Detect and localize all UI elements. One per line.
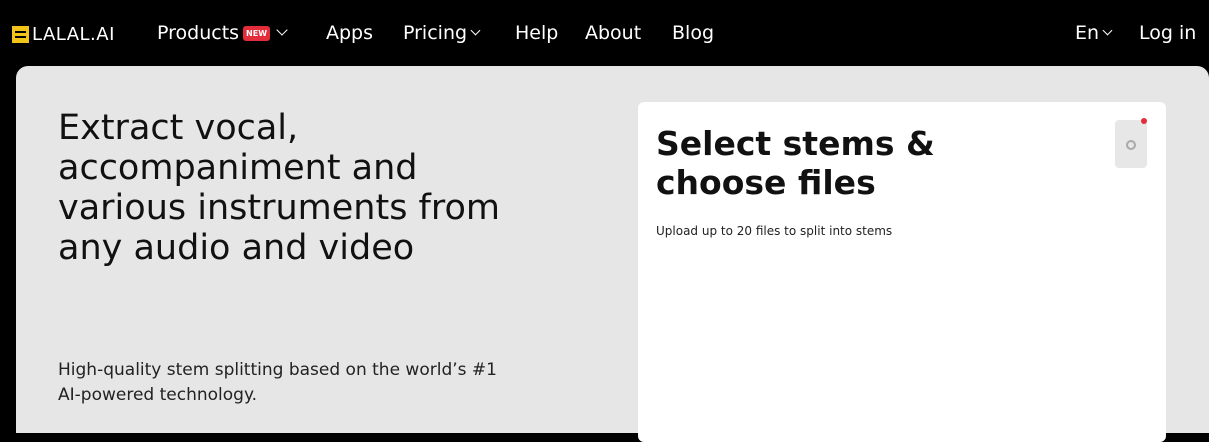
settings-button[interactable] xyxy=(1115,118,1147,168)
logo-text: LALAL.AI xyxy=(32,24,115,45)
nav-pricing-label: Pricing xyxy=(403,22,468,44)
card-subtitle: Upload up to 20 files to split into stem… xyxy=(656,224,893,238)
login-link[interactable]: Log in xyxy=(1139,22,1196,44)
logo[interactable]: LALAL.AI xyxy=(12,24,115,45)
nav-help-label: Help xyxy=(515,22,559,44)
nav-pricing[interactable]: Pricing xyxy=(403,22,481,44)
card-title: Select stems & choose files xyxy=(656,124,935,202)
nav-blog-label: Blog xyxy=(672,22,714,44)
nav-apps[interactable]: Apps xyxy=(326,22,373,44)
language-selector[interactable]: En xyxy=(1075,22,1113,44)
main-panel: Extract vocal, accompaniment and various… xyxy=(16,66,1209,442)
nav-apps-label: Apps xyxy=(326,22,374,44)
nav-about[interactable]: About xyxy=(585,22,641,44)
new-badge: NEW xyxy=(243,25,271,41)
chevron-down-icon xyxy=(1102,25,1113,35)
hero-title: Extract vocal, accompaniment and various… xyxy=(58,108,501,268)
hero-subtitle: High-quality stem splitting based on the… xyxy=(58,360,497,405)
chevron-down-icon xyxy=(470,25,481,35)
settings-icon xyxy=(1126,140,1136,150)
login-label: Log in xyxy=(1139,22,1197,44)
nav-products[interactable]: Products NEW xyxy=(157,22,288,44)
nav-about-label: About xyxy=(585,22,642,44)
chevron-down-icon xyxy=(276,24,288,36)
logo-icon xyxy=(12,26,29,43)
nav-products-label: Products xyxy=(157,22,240,44)
notification-dot xyxy=(1141,118,1147,124)
upload-card: Select stems & choose files Upload up to… xyxy=(638,102,1166,442)
top-navigation: LALAL.AI Products NEW Apps Pricing Help … xyxy=(0,0,1209,66)
nav-blog[interactable]: Blog xyxy=(672,22,714,44)
language-label: En xyxy=(1075,22,1100,44)
nav-help[interactable]: Help xyxy=(515,22,558,44)
